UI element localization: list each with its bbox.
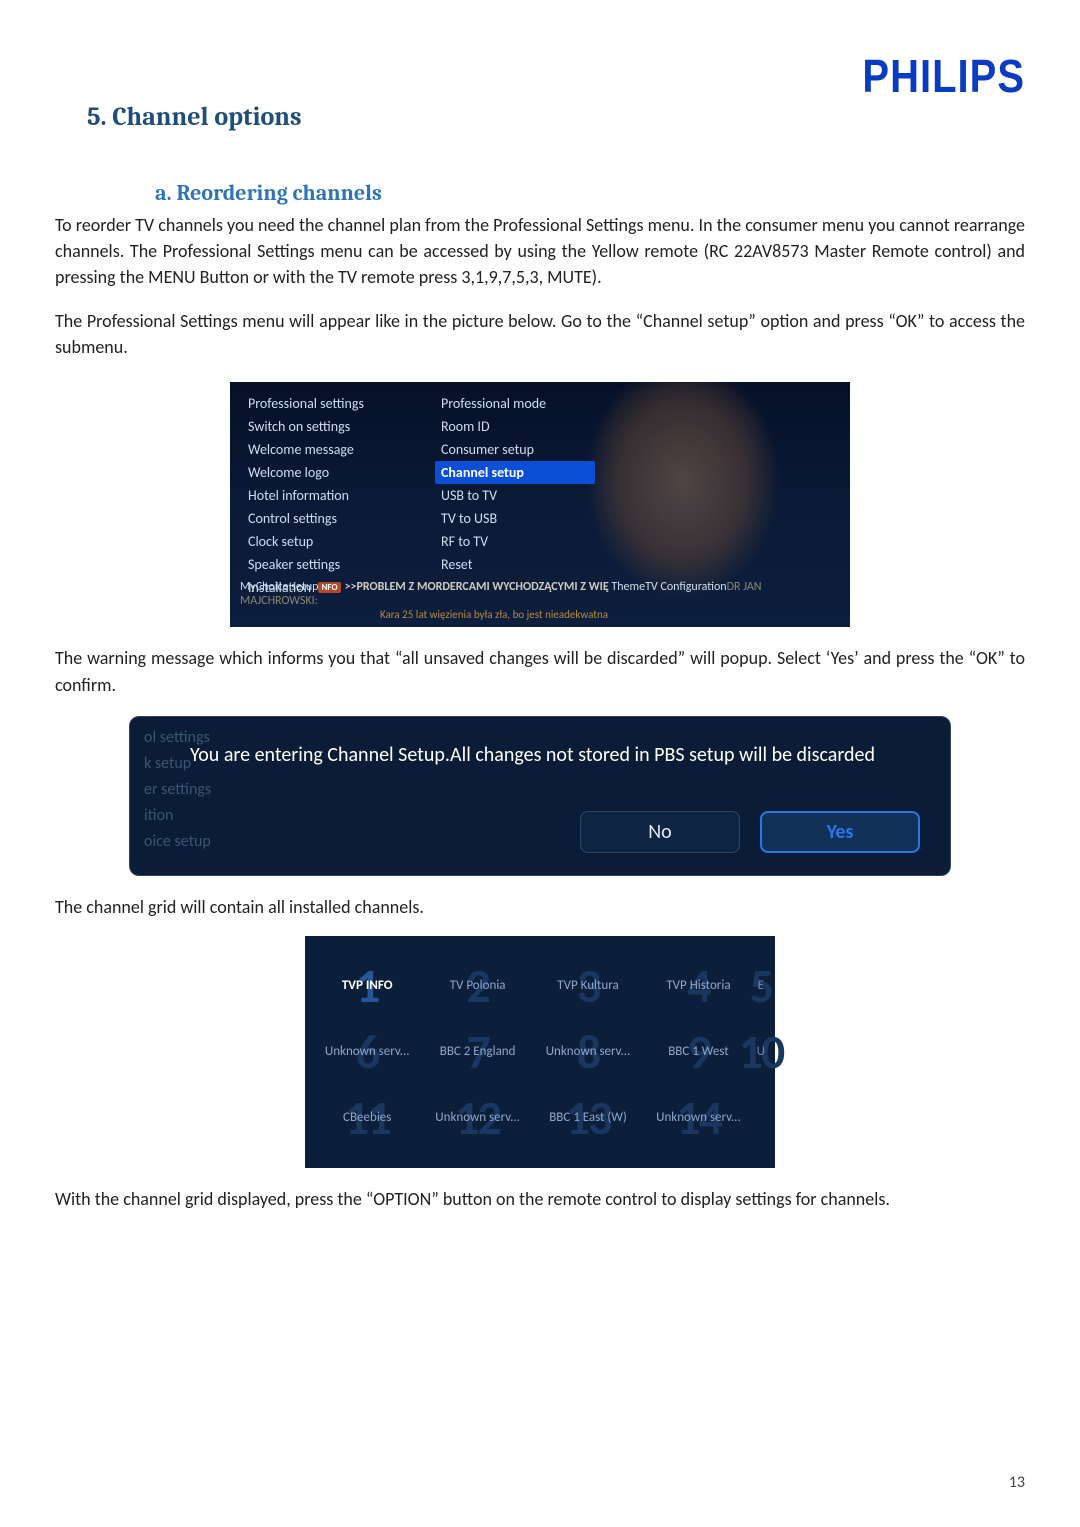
channel-label: Unknown serv...	[315, 1044, 419, 1059]
channel-tile[interactable]: 9BBC 1 West	[646, 1026, 750, 1078]
dialog-no-button[interactable]: No	[580, 811, 740, 853]
channel-label: Unknown serv...	[646, 1110, 750, 1125]
menu-right-item[interactable]: USB to TV	[435, 484, 595, 507]
ticker-row-mychoice: MyChoice setup	[240, 580, 318, 594]
ghost-row: er settings	[144, 777, 211, 803]
channel-grid-table: 1TVP INFO2TV Polonia3TVP Kultura4TVP His…	[309, 946, 771, 1158]
channel-label: TVP INFO	[315, 978, 419, 993]
channel-label: TVP Historia	[646, 978, 750, 993]
channel-tile[interactable]: 2TV Polonia	[425, 960, 529, 1012]
channel-tile[interactable]: 6Unknown serv...	[315, 1026, 419, 1078]
menu-left-item[interactable]: Welcome logo	[242, 461, 422, 484]
menu-right-column: Professional modeRoom IDConsumer setupCh…	[435, 392, 595, 576]
menu-left-item[interactable]: Switch on settings	[242, 415, 422, 438]
menu-right-item[interactable]: Consumer setup	[435, 438, 595, 461]
dialog-message: You are entering Channel Setup.All chang…	[190, 743, 930, 767]
channel-tile[interactable]: 7BBC 2 England	[425, 1026, 529, 1078]
menu-left-item[interactable]: Hotel information	[242, 484, 422, 507]
brand-logo: PHILIPS	[862, 52, 1025, 104]
menu-right-item[interactable]: Professional mode	[435, 392, 595, 415]
channel-tile	[757, 1092, 765, 1144]
channel-tile[interactable]: 3TVP Kultura	[536, 960, 640, 1012]
channel-tile[interactable]: 13BBC 1 East (W)	[536, 1092, 640, 1144]
channel-tile: 10U	[757, 1026, 765, 1078]
subsection-heading: a. Reordering channels	[155, 180, 1025, 206]
paragraph-1: To reorder TV channels you need the chan…	[55, 212, 1025, 290]
paragraph-5: With the channel grid displayed, press t…	[55, 1186, 1025, 1212]
news-ticker: MyChoice setupNFO >>PROBLEM Z MORDERCAMI …	[230, 576, 850, 627]
menu-left-item[interactable]: Control settings	[242, 507, 422, 530]
menu-left-item[interactable]: Professional settings	[242, 392, 422, 415]
ticker-row-themetv: ThemeTV Configuration	[611, 580, 726, 594]
menu-right-item[interactable]: Reset	[435, 553, 595, 576]
menu-right-item[interactable]: TV to USB	[435, 507, 595, 530]
channel-label: BBC 1 East (W)	[536, 1110, 640, 1125]
channel-label: E	[757, 978, 765, 993]
screenshot-channel-grid: 1TVP INFO2TV Polonia3TVP Kultura4TVP His…	[305, 936, 775, 1168]
screenshot-warning-dialog: ol settingsk setuper settingsitionoice s…	[129, 716, 951, 876]
ticker-headline: >>PROBLEM Z MORDERCAMI WYCHODZĄCYMI Z WI…	[345, 580, 609, 594]
channel-label: TVP Kultura	[536, 978, 640, 993]
paragraph-2: The Professional Settings menu will appe…	[55, 308, 1025, 360]
channel-tile[interactable]: 11CBeebies	[315, 1092, 419, 1144]
channel-tile[interactable]: 4TVP Historia	[646, 960, 750, 1012]
ghost-row: oice setup	[144, 829, 211, 855]
channel-tile[interactable]: 1TVP INFO	[315, 960, 419, 1012]
channel-tile[interactable]: 14Unknown serv...	[646, 1092, 750, 1144]
page-number: 13	[1009, 1473, 1025, 1492]
ticker-badge: NFO	[318, 582, 340, 593]
dialog-yes-button[interactable]: Yes	[760, 811, 920, 853]
ticker-subline: Kara 25 lat więzienia była zła, bo jest …	[380, 608, 840, 621]
menu-left-column: Professional settingsSwitch on settingsW…	[242, 392, 422, 599]
channel-label: TV Polonia	[425, 978, 529, 993]
channel-tile[interactable]: 12Unknown serv...	[425, 1092, 529, 1144]
channel-number	[757, 1092, 765, 1144]
menu-left-item[interactable]: Speaker settings	[242, 553, 422, 576]
channel-label: Unknown serv...	[536, 1044, 640, 1059]
paragraph-3: The warning message which informs you th…	[55, 645, 1025, 697]
menu-right-item[interactable]: Room ID	[435, 415, 595, 438]
channel-label: Unknown serv...	[425, 1110, 529, 1125]
menu-left-item[interactable]: Clock setup	[242, 530, 422, 553]
menu-right-item[interactable]: RF to TV	[435, 530, 595, 553]
paragraph-4: The channel grid will contain all instal…	[55, 894, 1025, 920]
channel-label: U	[757, 1044, 765, 1059]
channel-label: BBC 2 England	[425, 1044, 529, 1059]
channel-label: BBC 1 West	[646, 1044, 750, 1059]
screenshot-professional-settings: Professional settingsSwitch on settingsW…	[230, 382, 850, 627]
channel-tile[interactable]: 8Unknown serv...	[536, 1026, 640, 1078]
ghost-row: ition	[144, 803, 211, 829]
channel-tile: 5E	[757, 960, 765, 1012]
section-heading: 5. Channel options	[87, 102, 1025, 132]
menu-left-item[interactable]: Welcome message	[242, 438, 422, 461]
menu-right-item[interactable]: Channel setup	[435, 461, 595, 484]
channel-label: CBeebies	[315, 1110, 419, 1125]
